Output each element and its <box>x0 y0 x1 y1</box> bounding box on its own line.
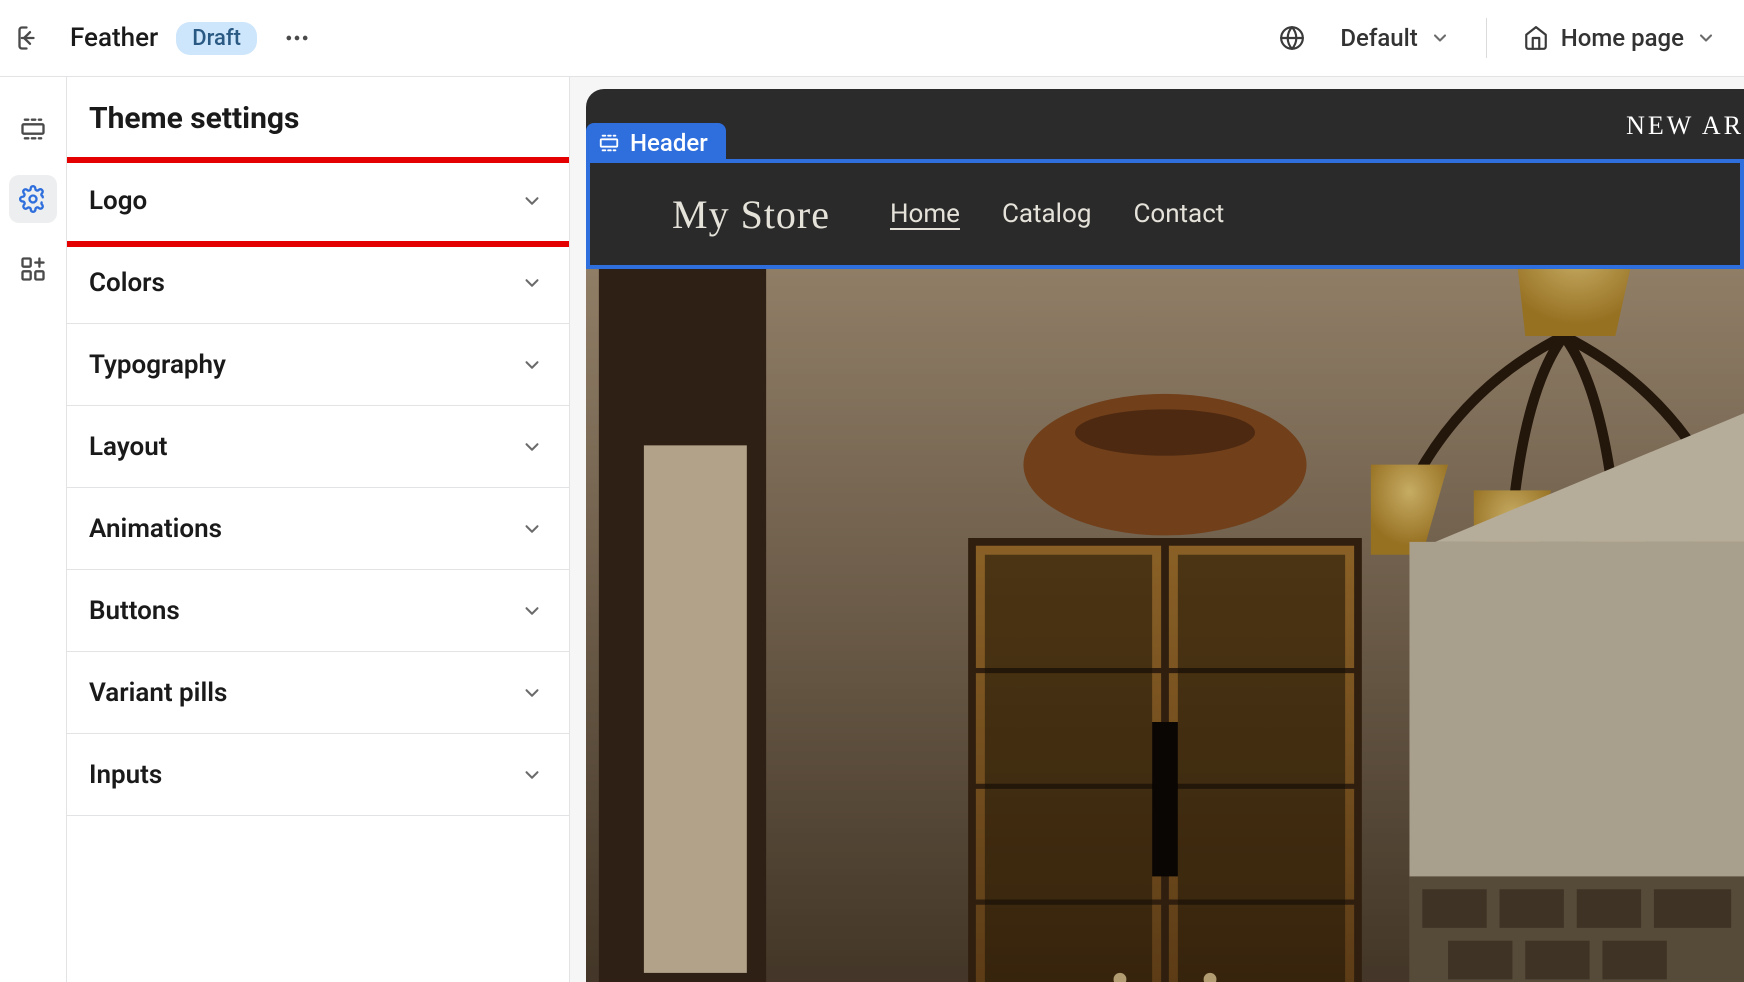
setting-row-buttons[interactable]: Buttons <box>67 570 569 652</box>
localize-button[interactable] <box>1270 16 1314 60</box>
setting-label: Typography <box>89 350 226 380</box>
setting-row-inputs[interactable]: Inputs <box>67 734 569 816</box>
rail-sections-button[interactable] <box>9 105 57 153</box>
left-rail <box>0 77 66 982</box>
globe-icon <box>1279 25 1305 51</box>
selected-section-tag[interactable]: Header <box>586 123 726 163</box>
setting-row-animations[interactable]: Animations <box>67 488 569 570</box>
editor-main: Theme settings Logo Colors Typography La… <box>0 77 1744 982</box>
setting-row-layout[interactable]: Layout <box>67 406 569 488</box>
page-selector[interactable]: Home page <box>1515 18 1724 58</box>
device-preview-selector[interactable]: Default <box>1332 18 1457 58</box>
preview-canvas: NEW AR Header My Store Home Catalog Cont… <box>570 77 1744 982</box>
chevron-down-icon <box>521 764 543 786</box>
selected-section-outline[interactable]: Header My Store Home Catalog Contact <box>586 159 1744 269</box>
panel-title: Theme settings <box>67 77 569 160</box>
store-nav: Home Catalog Contact <box>890 199 1224 229</box>
divider <box>1486 18 1487 58</box>
section-icon <box>598 132 620 154</box>
home-icon <box>1523 25 1549 51</box>
setting-row-typography[interactable]: Typography <box>67 324 569 406</box>
store-logo-text[interactable]: My Store <box>672 191 830 238</box>
more-horizontal-icon <box>283 24 311 52</box>
sections-icon <box>19 115 47 143</box>
rail-theme-settings-button[interactable] <box>9 175 57 223</box>
setting-label: Inputs <box>89 760 162 790</box>
setting-label: Colors <box>89 268 165 298</box>
selected-section-label: Header <box>630 129 708 157</box>
rail-apps-button[interactable] <box>9 245 57 293</box>
preview-device-frame: NEW AR Header My Store Home Catalog Cont… <box>586 89 1744 982</box>
chevron-down-icon <box>521 518 543 540</box>
store-nav-item-contact[interactable]: Contact <box>1133 199 1224 229</box>
theme-settings-panel: Theme settings Logo Colors Typography La… <box>66 77 570 982</box>
chevron-down-icon <box>521 272 543 294</box>
settings-list: Logo Colors Typography Layout Animations… <box>67 160 569 816</box>
chevron-down-icon <box>1696 28 1716 48</box>
device-preview-label: Default <box>1340 24 1417 52</box>
chevron-down-icon <box>521 600 543 622</box>
chevron-down-icon <box>521 682 543 704</box>
chevron-down-icon <box>1430 28 1450 48</box>
exit-icon <box>16 24 44 52</box>
editor-topbar: Feather Draft Default Home page <box>0 0 1744 77</box>
setting-label: Logo <box>89 186 147 216</box>
hero-interior-illustration <box>586 269 1744 982</box>
status-badge: Draft <box>176 22 257 55</box>
setting-label: Animations <box>89 514 222 544</box>
chevron-down-icon <box>521 190 543 212</box>
store-nav-item-catalog[interactable]: Catalog <box>1002 199 1091 229</box>
setting-row-colors[interactable]: Colors <box>67 242 569 324</box>
chevron-down-icon <box>521 436 543 458</box>
apps-icon <box>19 255 47 283</box>
setting-row-variant-pills[interactable]: Variant pills <box>67 652 569 734</box>
hero-image[interactable] <box>586 269 1744 982</box>
theme-name: Feather <box>70 23 158 53</box>
page-selector-label: Home page <box>1561 24 1684 52</box>
setting-row-logo[interactable]: Logo <box>67 160 569 242</box>
setting-label: Layout <box>89 432 168 462</box>
setting-label: Buttons <box>89 596 180 626</box>
setting-label: Variant pills <box>89 678 227 708</box>
more-actions-button[interactable] <box>275 16 319 60</box>
store-header: My Store Home Catalog Contact <box>590 163 1740 265</box>
chevron-down-icon <box>521 354 543 376</box>
gear-icon <box>19 185 47 213</box>
announcement-bar-text: NEW AR <box>1626 111 1744 141</box>
store-nav-item-home[interactable]: Home <box>890 199 960 229</box>
exit-editor-button[interactable] <box>8 16 52 60</box>
